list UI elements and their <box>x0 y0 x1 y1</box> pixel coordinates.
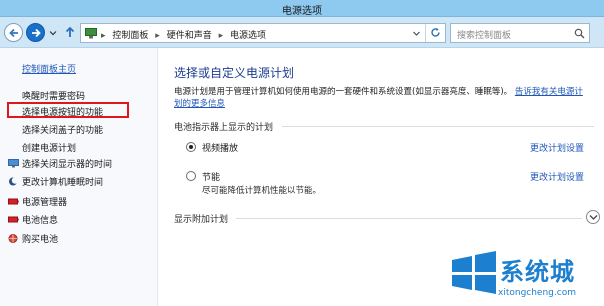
refresh-icon <box>431 27 440 37</box>
section-divider <box>282 126 594 127</box>
sidebar-item-label: 更改计算机睡眠时间 <box>22 178 104 188</box>
control-panel-icon <box>85 28 97 39</box>
up-arrow-icon[interactable] <box>64 26 76 38</box>
sidebar-item-lid-close[interactable]: 选择关闭盖子的功能 <box>22 123 103 136</box>
highlight-box <box>7 102 129 118</box>
breadcrumb-separator-icon[interactable]: ▸ <box>219 31 224 41</box>
sidebar-item-label: 选择关闭显示器的时间 <box>22 160 113 170</box>
watermark-brand: 系统城 <box>500 258 575 286</box>
sidebar-item-create-plan[interactable]: 创建电源计划 <box>22 141 76 154</box>
change-plan-settings-link[interactable]: 更改计划设置 <box>530 141 584 154</box>
show-additional-plans[interactable]: 显示附加计划 <box>174 212 228 225</box>
address-bar[interactable]: ▸ 控制面板 ▸ 硬件和声音 ▸ 电源选项 <box>80 23 446 43</box>
sidebar: 控制面板主页 唤醒时需要密码 选择电源按钮的功能 选择关闭盖子的功能 创建电源计… <box>0 48 158 306</box>
plan-radio-video[interactable] <box>186 142 196 152</box>
windows-logo-icon <box>452 251 496 294</box>
sidebar-item-wake-password[interactable]: 唤醒时需要密码 <box>22 89 85 102</box>
monitor-icon <box>8 159 19 168</box>
plan-name-video[interactable]: 视频播放 <box>202 141 238 154</box>
change-plan-settings-link[interactable]: 更改计划设置 <box>530 170 584 183</box>
breadcrumb-separator-icon[interactable]: ▸ <box>155 31 160 41</box>
sidebar-item-sleep-time[interactable]: 更改计算机睡眠时间 <box>8 175 103 188</box>
sidebar-item-buy-battery[interactable]: 购买电池 <box>8 232 58 245</box>
back-arrow-icon <box>9 28 18 38</box>
breadcrumb-power-options[interactable]: 电源选项 <box>230 31 266 41</box>
page-description: 电源计划是用于管理计算机如何使用电源的一套硬件和系统设置(如显示器亮度、睡眠等)… <box>174 86 588 110</box>
forward-button[interactable] <box>26 23 45 42</box>
breadcrumb-hardware-sound[interactable]: 硬件和声音 <box>167 31 212 41</box>
plan-name-power-saver[interactable]: 节能 <box>202 170 220 183</box>
sidebar-item-power-manager[interactable]: 电源管理器 <box>8 195 67 208</box>
page-title: 选择或自定义电源计划 <box>174 66 295 80</box>
chevron-down-icon <box>589 215 598 220</box>
sidebar-item-label: 电池信息 <box>22 216 59 226</box>
window-title: 电源选项 <box>282 6 322 17</box>
watermark: 系统城 xitongcheng.com <box>444 236 604 306</box>
back-button[interactable] <box>4 23 23 42</box>
description-text: 电源计划是用于管理计算机如何使用电源的一套硬件和系统设置(如显示器亮度、睡眠等)… <box>174 87 513 97</box>
moon-icon <box>9 177 19 186</box>
breadcrumb: ▸ 控制面板 ▸ 硬件和声音 ▸ 电源选项 <box>101 28 270 41</box>
breadcrumb-separator-icon: ▸ <box>101 31 106 41</box>
title-bar: 电源选项 <box>0 0 604 17</box>
plan-description-power-saver: 尽可能降低计算机性能以节能。 <box>202 186 322 196</box>
sidebar-item-label: 购买电池 <box>22 235 59 245</box>
sidebar-item-label: 电源管理器 <box>22 198 68 208</box>
section-header-plans: 电池指示器上显示的计划 <box>174 123 274 133</box>
watermark-url: xitongcheng.com <box>498 288 576 298</box>
address-dropdown-icon[interactable] <box>412 29 421 38</box>
section-divider <box>236 218 582 219</box>
expand-button[interactable] <box>586 210 600 224</box>
plan-radio-power-saver[interactable] <box>186 171 196 181</box>
search-placeholder: 搜索控制面板 <box>457 31 512 41</box>
control-panel-home-link[interactable]: 控制面板主页 <box>22 62 76 75</box>
battery-red-icon <box>8 198 19 205</box>
history-dropdown-icon[interactable] <box>48 28 58 38</box>
sidebar-item-display-off[interactable]: 选择关闭显示器的时间 <box>8 157 112 170</box>
navigation-bar: ▸ 控制面板 ▸ 硬件和声音 ▸ 电源选项 搜索控制面板 <box>0 17 604 48</box>
forward-arrow-icon <box>32 28 41 38</box>
search-input[interactable]: 搜索控制面板 <box>450 23 590 43</box>
battery-red-icon <box>8 216 19 223</box>
sidebar-item-battery-info[interactable]: 电池信息 <box>8 213 58 226</box>
breadcrumb-control-panel[interactable]: 控制面板 <box>112 31 148 41</box>
search-icon[interactable] <box>574 28 585 39</box>
globe-icon <box>8 234 18 243</box>
refresh-button[interactable] <box>425 24 445 42</box>
